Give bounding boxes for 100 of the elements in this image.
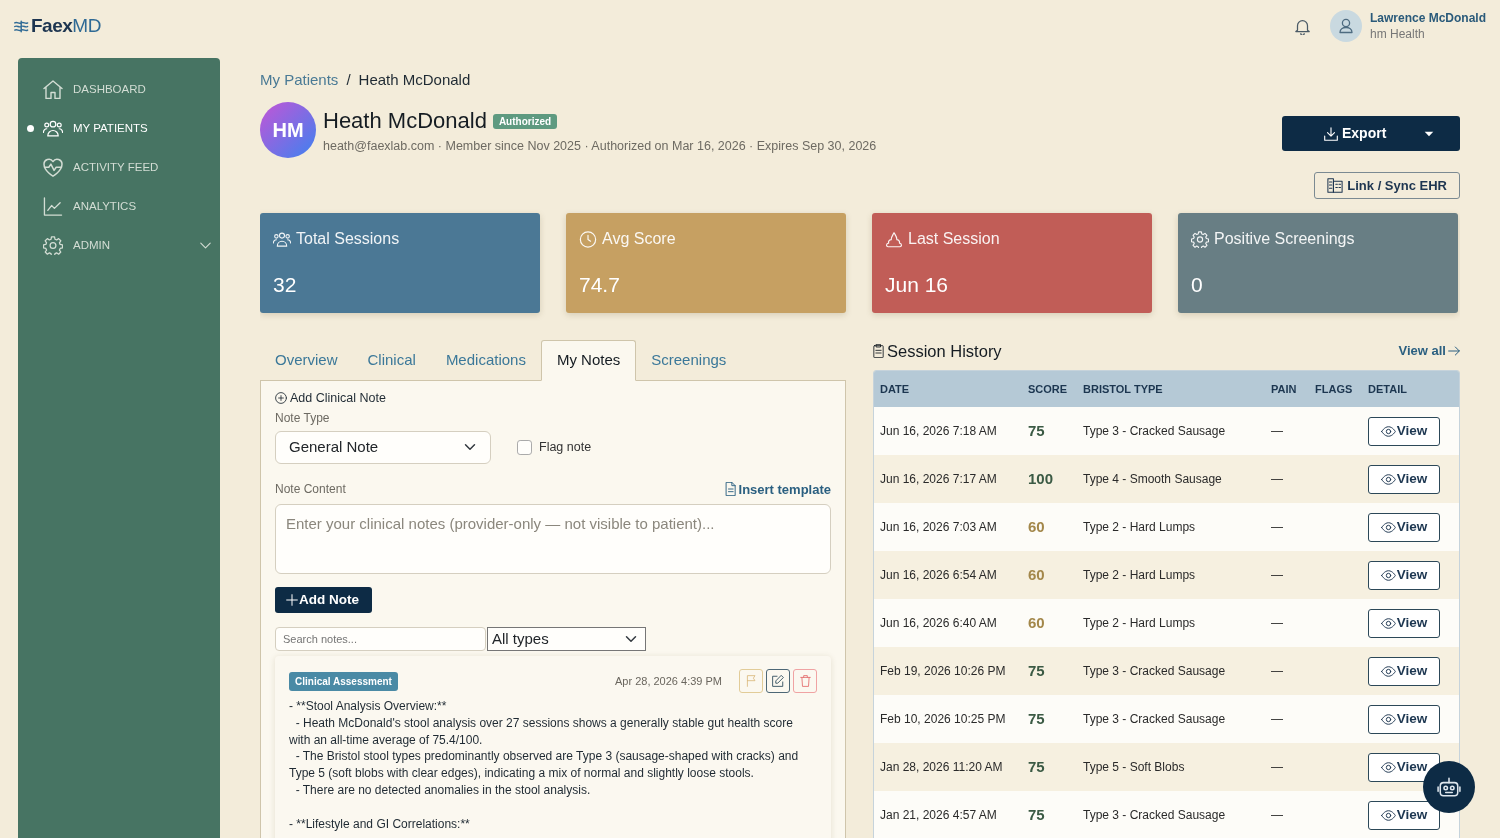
date-cell: Jan 21, 2026 4:57 AM [874,791,1022,838]
patient-name: Heath McDonald [323,108,487,133]
robot-icon [1437,777,1461,797]
breadcrumb-current: Heath McDonald [358,70,471,90]
link-ehr-button[interactable]: Link / Sync EHR [1314,172,1460,199]
eye-icon [1380,761,1396,773]
view-button[interactable]: View [1368,704,1440,734]
search-field[interactable]: Search notes... [275,627,486,651]
bristol-type-cell: Type 2 - Hard Lumps [1077,551,1265,599]
export-button[interactable]: Export [1282,116,1460,151]
score-cell: 75 [1022,743,1077,791]
view-button[interactable]: View [1368,560,1440,590]
score-cell: 60 [1022,503,1077,551]
column-header: PAIN [1265,371,1309,407]
add-note-button[interactable]: Add Note [275,587,372,613]
stat-label: Avg Score [602,229,676,249]
pain-cell: — [1265,455,1309,503]
column-header: DATE [874,371,1022,407]
flag-icon [745,675,757,687]
sidebar-item[interactable]: ACTIVITY FEED [18,148,220,187]
plus-circle-icon [275,391,287,404]
view-button[interactable]: View [1368,464,1440,494]
caret-icon [1424,130,1435,137]
breadcrumb-separator: / [346,70,351,90]
pain-cell: — [1265,407,1309,455]
tab[interactable]: My Notes [540,340,637,381]
section-title: Add Clinical Note [290,389,386,406]
arrow-right-icon [1448,346,1460,356]
date-cell: Jun 16, 2026 7:18 AM [874,407,1022,455]
notifications-button[interactable] [1294,17,1310,35]
pain-cell: — [1265,647,1309,695]
field-label: Note Content [275,481,346,498]
plus-icon [286,594,298,606]
blob-icon [885,230,903,248]
insert-template-link[interactable]: Insert template [724,479,831,499]
note-content-field[interactable]: Enter your clinical notes (provider-only — not visible to patient)... [275,504,831,574]
tab[interactable]: Overview [260,340,353,381]
sidebar-item[interactable]: ANALYTICS [18,187,220,226]
pencil-icon [772,675,784,687]
flag-checkbox[interactable] [517,439,532,455]
eye-icon [1380,521,1396,533]
active-dot-icon [27,125,34,132]
eye-icon [1380,617,1396,629]
sidebar-item[interactable]: DASHBOARD [18,70,220,109]
edit-button[interactable] [766,669,790,693]
date-cell: Jun 16, 2026 7:03 AM [874,503,1022,551]
tab[interactable]: Screenings [636,340,742,381]
eye-icon [1380,473,1396,485]
user-avatar-icon[interactable] [1329,10,1362,42]
stat-label: Total Sessions [296,229,400,249]
view-button[interactable]: View [1368,656,1440,686]
bristol-type-cell: Type 4 - Smooth Sausage [1077,455,1265,503]
score-cell: 75 [1022,407,1077,455]
view-all-link[interactable]: View all [1398,341,1460,361]
wave-icon [14,19,30,33]
eye-icon [1380,569,1396,581]
note-timestamp: Apr 28, 2026 4:39 PM [615,673,722,689]
people-icon [43,119,63,138]
view-button[interactable]: View [1368,512,1440,542]
column-header: FLAGS [1309,371,1362,407]
stat-value: 74.7 [579,273,621,297]
bell-icon [1294,17,1310,35]
type-filter-select[interactable]: All types [487,627,646,651]
eye-icon [1380,665,1396,677]
section-title: Session History [887,340,1002,362]
date-cell: Feb 10, 2026 10:25 PM [874,695,1022,743]
tab[interactable]: Medications [430,340,541,381]
note-type-select[interactable]: General Note [275,430,491,464]
date-cell: Jun 16, 2026 6:54 AM [874,551,1022,599]
gear-icon [43,236,63,255]
logo-text: FaexMD [31,13,101,38]
sidebar-item[interactable]: MY PATIENTS [18,109,220,148]
pain-cell: — [1265,695,1309,743]
pain-cell: — [1265,743,1309,791]
field-label: Note Type [275,409,331,426]
tab[interactable]: Clinical [352,340,431,381]
date-cell: Feb 19, 2026 10:26 PM [874,647,1022,695]
breadcrumb-link[interactable]: My Patients [260,69,339,91]
view-button[interactable]: View [1368,416,1440,446]
bristol-type-cell: Type 2 - Hard Lumps [1077,503,1265,551]
house-icon [43,80,63,99]
column-header: DETAIL [1362,371,1459,407]
stat-label: Last Session [908,229,1000,249]
people-icon [273,230,291,248]
pain-cell: — [1265,599,1309,647]
stat-label: Positive Screenings [1214,229,1355,249]
checkbox-label: Flag note [539,438,592,456]
sidebar-item[interactable]: ADMIN [18,226,220,265]
download-icon [1324,126,1338,141]
score-cell: 75 [1022,647,1077,695]
date-cell: Jun 16, 2026 6:40 AM [874,599,1022,647]
stat-value: 32 [273,273,298,297]
score-cell: 60 [1022,551,1077,599]
building-icon [1327,178,1344,193]
bristol-type-cell: Type 3 - Cracked Sausage [1077,791,1265,838]
clipboard-icon [873,344,884,358]
stat-value: Jun 16 [885,273,950,297]
bristol-type-cell: Type 5 - Soft Blobs [1077,743,1265,791]
pain-cell: — [1265,791,1309,838]
view-button[interactable]: View [1368,608,1440,638]
